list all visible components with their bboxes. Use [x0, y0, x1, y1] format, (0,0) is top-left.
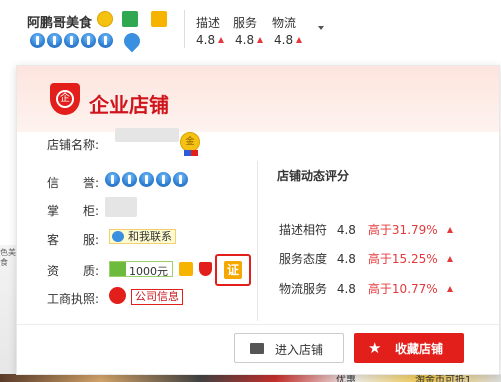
popup-title: 企业店铺 — [89, 93, 169, 117]
crown-icon — [173, 172, 188, 187]
store-icon — [250, 343, 264, 354]
arrow-up-icon — [446, 227, 453, 233]
crown-icon — [81, 33, 96, 48]
favorite-shop-button[interactable]: ★ 收藏店铺 — [354, 333, 464, 363]
crown-icon — [47, 33, 62, 48]
crown-icon — [105, 172, 120, 187]
enter-shop-button[interactable]: 进入店铺 — [234, 333, 344, 363]
crown-icon — [30, 33, 45, 48]
arrow-up-icon — [218, 37, 225, 43]
rating-row: 物流服务 4.8 高于10.77% — [279, 280, 453, 297]
shop-info-popup: 企 企业店铺 店铺名称: 金 信 誉: 掌 柜: 客 服: 和我联系 资 质: … — [16, 65, 500, 375]
score-label-desc: 描述 — [196, 16, 221, 30]
shopkeeper-value — [105, 197, 137, 217]
background-left-text: 色美食 — [0, 248, 16, 267]
arrow-up-icon — [257, 37, 264, 43]
service-label: 客 服: — [47, 233, 100, 247]
gold-ribbon-icon — [184, 150, 198, 156]
shop-name[interactable]: 阿鹏哥美食 — [27, 12, 92, 31]
divider — [184, 10, 185, 48]
certificate-highlight[interactable]: 证 — [215, 254, 251, 286]
shopkeeper-label: 掌 柜: — [47, 204, 100, 218]
popup-footer: 进入店铺 ★ 收藏店铺 — [17, 324, 499, 374]
guarantee-icon[interactable] — [179, 262, 193, 276]
enterprise-shield-icon[interactable] — [199, 262, 212, 276]
shop-header-bar: 阿鹏哥美食 描述 服务 物流 4.8 4.8 4.8 — [0, 0, 501, 62]
wangwang-icon[interactable] — [120, 29, 144, 53]
crown-icon — [139, 172, 154, 187]
score-value-service: 4.8 — [235, 33, 264, 47]
gold-seller-icon[interactable] — [97, 11, 113, 27]
certificate-icon: 证 — [224, 261, 242, 279]
deposit-badge[interactable]: 1000元 — [109, 261, 173, 278]
rating-row: 服务态度 4.8 高于15.25% — [279, 250, 453, 267]
arrow-up-icon — [296, 37, 303, 43]
shop-name-label: 店铺名称: — [47, 138, 100, 152]
qualification-label: 资 质: — [47, 264, 100, 278]
company-info-link[interactable]: 公司信息 — [131, 289, 183, 305]
credit-crowns[interactable] — [105, 172, 188, 187]
gold-seller-icon[interactable]: 金 — [180, 132, 200, 152]
crown-icon — [98, 33, 113, 48]
star-icon: ★ — [368, 339, 382, 357]
crown-icon — [64, 33, 79, 48]
score-value-logistics: 4.8 — [274, 33, 303, 47]
score-value-desc: 4.8 — [196, 33, 225, 47]
arrow-up-icon — [446, 256, 453, 262]
popup-header: 企 企业店铺 — [17, 66, 499, 132]
score-label-logistics: 物流 — [272, 16, 297, 30]
chevron-down-icon[interactable] — [318, 26, 324, 30]
divider — [257, 161, 258, 321]
rating-row: 描述相符 4.8 高于31.79% — [279, 221, 453, 238]
score-label-service: 服务 — [233, 16, 258, 30]
crown-icon — [156, 172, 171, 187]
enterprise-shield-icon: 企 — [50, 83, 80, 115]
credit-crowns[interactable] — [30, 33, 113, 48]
verified-icon[interactable] — [122, 11, 138, 27]
business-license-label: 工商执照: — [47, 292, 100, 306]
contact-me-button[interactable]: 和我联系 — [109, 229, 176, 244]
deposit-icon — [110, 262, 126, 276]
shop-name-value — [115, 128, 179, 142]
rating-title: 店铺动态评分 — [277, 169, 350, 183]
consumer-guarantee-icon[interactable] — [151, 11, 167, 27]
credit-label: 信 誉: — [47, 176, 100, 190]
crown-icon — [122, 172, 137, 187]
arrow-up-icon — [446, 286, 453, 292]
business-license-icon — [109, 287, 126, 304]
